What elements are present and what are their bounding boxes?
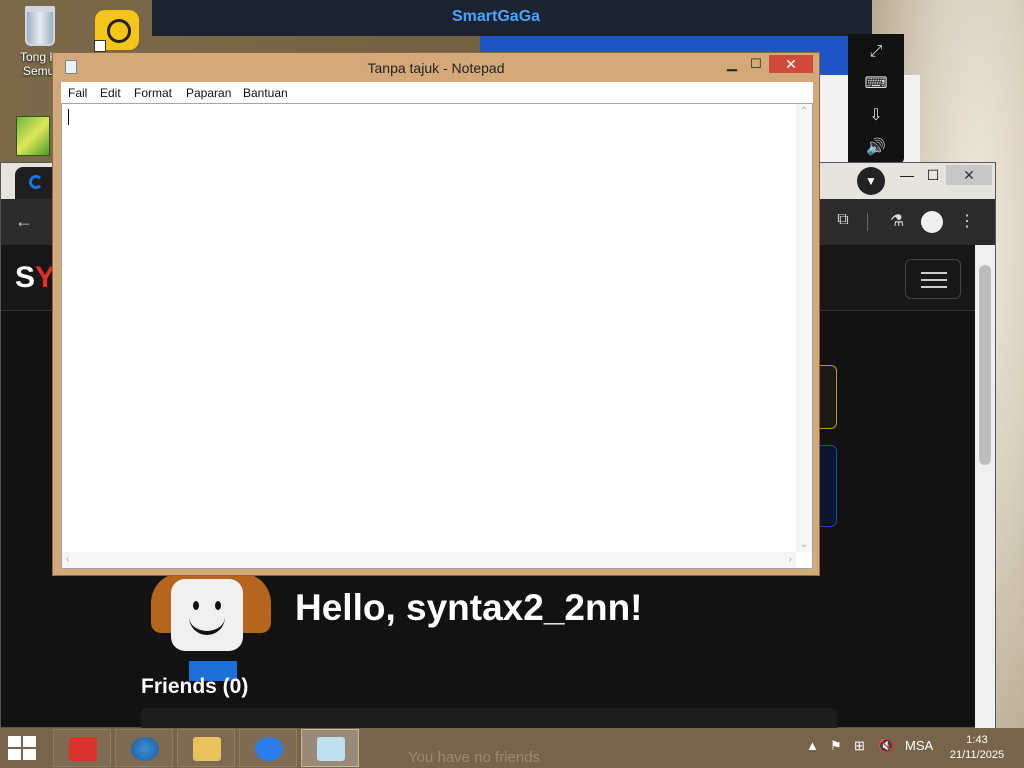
browser-icon [131, 737, 159, 761]
labs-flask-icon[interactable]: ⚗ [887, 211, 907, 231]
vertical-scrollbar[interactable]: ⌃ ⌄ [796, 104, 812, 552]
taskbar-file-explorer[interactable] [177, 729, 235, 767]
notepad-taskbar-icon [317, 737, 345, 761]
fullscreen-icon[interactable]: ⤢ [864, 42, 888, 62]
text-caret [68, 109, 69, 125]
blue-card-edge[interactable] [819, 445, 837, 527]
smartgaga-side-toolbar: ⤢ ⌨ ⇩ 🔊 [848, 34, 904, 164]
profile-avatar-icon[interactable] [921, 211, 943, 233]
notepad-title: Tanpa tajuk - Notepad [367, 60, 505, 76]
close-button[interactable]: ✕ [946, 165, 992, 185]
volume-muted-icon[interactable]: 🔇 [878, 738, 894, 754]
map-app-icon[interactable] [16, 116, 50, 156]
horizontal-scrollbar[interactable]: ‹ › [62, 552, 796, 568]
hamburger-menu-button[interactable] [905, 259, 961, 299]
notepad-text-area[interactable]: ⌃ ⌄ ‹ › [61, 103, 813, 569]
site-logo[interactable]: SY [15, 261, 55, 295]
page-scrollbar[interactable] [975, 245, 995, 729]
recycle-bin-icon [25, 6, 55, 46]
taskbar-browser[interactable] [115, 729, 173, 767]
minimize-button[interactable]: ▁ [721, 55, 743, 73]
clock-date: 21/11/2025 [949, 749, 1005, 761]
menu-view[interactable]: Paparan [186, 86, 231, 100]
red-app-icon [69, 737, 97, 761]
avatar-eye [215, 601, 221, 610]
keyboard-icon[interactable]: ⌨ [864, 74, 888, 94]
more-menu-icon[interactable]: ⋮ [957, 211, 977, 231]
avatar-smile [189, 617, 225, 635]
toolbar-divider [867, 213, 868, 231]
shortcut-arrow-icon [94, 40, 106, 52]
greeting-heading: Hello, syntax2_2nn! [295, 587, 643, 628]
system-clock[interactable]: 1:43 21/11/2025 [946, 733, 1008, 763]
smartgaga-icon [255, 737, 283, 761]
avatar-eye [193, 601, 199, 610]
network-icon[interactable]: ⊞ [854, 738, 865, 754]
close-button[interactable]: ✕ [769, 55, 813, 73]
menu-edit[interactable]: Edit [100, 86, 121, 100]
no-friends-text: You have no friends [408, 749, 541, 766]
apk-install-icon[interactable]: ⇩ [864, 106, 888, 126]
language-indicator[interactable]: MSA [905, 738, 933, 753]
clock-time: 1:43 [966, 734, 988, 746]
taskbar-notepad[interactable] [301, 729, 359, 767]
scroll-left-icon[interactable]: ‹ [66, 554, 69, 565]
avatar-head [171, 579, 243, 651]
show-hidden-icons-icon[interactable]: ▲ [806, 738, 819, 753]
volume-icon[interactable]: 🔊 [864, 138, 888, 158]
maximize-button[interactable]: ☐ [921, 167, 945, 187]
start-windows-icon[interactable] [8, 736, 38, 760]
maximize-button[interactable]: ☐ [745, 55, 767, 73]
action-center-flag-icon[interactable]: ⚑ [830, 738, 842, 754]
notepad-menubar: Fail Edit Format Paparan Bantuan [61, 82, 813, 103]
scroll-up-icon[interactable]: ⌃ [800, 106, 808, 117]
menu-file[interactable]: Fail [68, 86, 87, 100]
minimize-button[interactable]: — [895, 167, 919, 187]
smartgaga-brand: SmartGaGa [452, 8, 541, 25]
chevron-down-icon[interactable]: ▼ [857, 167, 885, 195]
scrollbar-thumb[interactable] [979, 265, 991, 465]
menu-help[interactable]: Bantuan [243, 86, 288, 100]
taskbar-app-red[interactable] [53, 729, 111, 767]
extensions-icon[interactable]: ⧉ [833, 211, 853, 229]
notepad-titlebar[interactable]: Tanpa tajuk - Notepad ▁ ☐ ✕ [53, 53, 819, 81]
loading-icon [29, 175, 43, 189]
back-arrow-icon[interactable]: ← [15, 211, 33, 232]
notepad-window: Tanpa tajuk - Notepad ▁ ☐ ✕ Fail Edit Fo… [52, 52, 820, 576]
friends-panel [141, 708, 837, 729]
yellow-card-edge[interactable] [819, 365, 837, 429]
folder-icon [193, 737, 221, 761]
friends-heading: Friends (0) [141, 675, 249, 698]
scroll-right-icon[interactable]: › [789, 554, 792, 565]
smartgaga-titlebar: SmartGaGa [152, 0, 872, 36]
taskbar-smartgaga[interactable] [239, 729, 297, 767]
menu-format[interactable]: Format [134, 86, 172, 100]
scroll-down-icon[interactable]: ⌄ [800, 539, 808, 550]
user-avatar [141, 573, 271, 681]
